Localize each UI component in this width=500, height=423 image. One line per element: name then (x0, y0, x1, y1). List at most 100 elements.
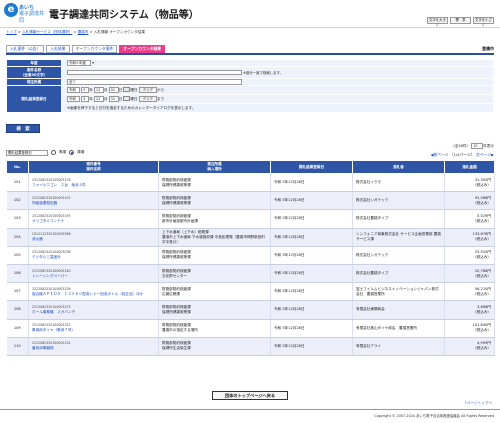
next-page-link[interactable]: 次ページ▶ (476, 152, 494, 157)
table-row: 103 2312082320100003195 オリゴタミコンテナ 財務部契約検査課都… (6, 209, 495, 229)
table-row: 105 2312082320100003038 デジタル三温度計 財務部契約検査課 保健… (6, 246, 495, 265)
date-from-month-select[interactable]: 12 (93, 87, 104, 93)
department: 財務部契約検査課 (162, 195, 191, 200)
row-price: 56,210円 （税込み） (444, 282, 495, 302)
case-name-link[interactable]: ホール事務機 ２ガバンチ (32, 310, 75, 314)
delivery-place: 文化財センター (162, 273, 188, 278)
year-select[interactable]: 令和５年度 (67, 60, 91, 66)
case-number: 2312112320100003586 (32, 232, 71, 237)
price-value: 25,520円 (474, 250, 491, 255)
case-name-link[interactable]: 同級強悪殺定器 (32, 201, 57, 205)
delivery-place: 保健所生活衛生課 (162, 346, 191, 351)
row-winner: 有限会社東陽商会 (352, 300, 445, 320)
case-name-note: ※部分一致で検索します。 (243, 70, 283, 75)
row-winner: 富士フイルムビジネスイノベーションジャパン株式会社 豊橋営業所 (352, 282, 445, 302)
date-from-era-select[interactable]: 令和 (67, 87, 80, 93)
table-row: 110 2312082320100003132 番用消毒器検 財務部契約検査課 保健所生… (6, 337, 495, 356)
row-case: 2312082320100003107 同級強悪殺定器 (28, 191, 159, 211)
row-dept: 財務部契約検査課 保健所健康政策課 (158, 191, 271, 211)
footer: Copyright © 2007-2024 あいち電子自治体推進協議会 All … (0, 409, 500, 423)
table-row: 109 2312082320100003322 車両用タイヤ（乗用７号） 財務部契約検… (6, 319, 495, 338)
site-logo[interactable]: e あいち 電子調達共同 (4, 3, 48, 24)
case-name-input[interactable] (67, 69, 242, 76)
sort-desc-radio[interactable] (69, 150, 75, 156)
price-value: 133,676円 (472, 232, 491, 237)
breadcrumb-org-select[interactable]: 入札情報サービス（団体選択） (22, 30, 72, 34)
row-case: 2312082320100003038 デジタル三温度計 (28, 246, 159, 265)
case-name-link[interactable]: 番用消毒器検 (32, 346, 54, 350)
case-name-link[interactable]: 車両用タイヤ（乗用７号） (32, 328, 75, 332)
row-winner: 株式会社シガテック (352, 191, 445, 211)
day-unit: 日 (118, 96, 123, 101)
row-date: 令和 5年12月28日 (270, 173, 353, 193)
department-select[interactable]: 全て (67, 79, 242, 85)
date-from-year-input[interactable]: 5 (81, 87, 90, 93)
case-name-link[interactable]: ファイルワゴン ２台 他余２件 (32, 183, 86, 187)
date-to-year-input[interactable]: 5 (81, 96, 90, 102)
row-date: 令和 5年12月28日 (270, 282, 353, 302)
price-tax: （税込み） (473, 182, 491, 187)
department: 財務部契約検査課 (162, 341, 191, 346)
copyright: Copyright © 2007-2024 あいち電子自治体推進協議会 All … (374, 414, 494, 418)
date-from-clear-button[interactable]: クリア (138, 87, 157, 93)
sort-asc-radio[interactable] (51, 150, 56, 156)
price-tax: （税込み） (473, 328, 491, 333)
font-small-button[interactable]: 文字を小さく (473, 17, 494, 27)
row-dept: 財務部契約検査課 保健所健康政策課 (158, 246, 271, 265)
sort-desc-label: 降順 (77, 150, 85, 155)
case-name-link[interactable]: デジタル三温度計 (32, 255, 61, 259)
row-date: 令和 5年12月28日 (270, 300, 353, 320)
col-header-dept: 発注所属 納入場所 (158, 160, 271, 174)
table-row: 107 2312082320100003239 複合機ＡＰＥＯＳ Ｃ２０６０型用トナ… (6, 282, 495, 302)
result-count: （全38件） 10 件表示 (451, 143, 494, 149)
tab-bid-cases[interactable]: 入札案件（公告） (6, 45, 45, 53)
tab-open-counter-cases[interactable]: オープンカウンタ案件 (71, 45, 118, 53)
back-to-org-top-button[interactable]: 団体のトップページへ戻る (212, 391, 288, 400)
row-date: 令和 5年12月28日 (270, 264, 353, 284)
price-value: 56,210円 (474, 286, 491, 291)
date-to-month-select[interactable]: 12 (93, 96, 104, 102)
department: 財務部契約検査課 (162, 250, 191, 255)
case-name-link[interactable]: 複合機ＡＰＥＯＳ Ｃ２０６０型用トナー回収ボトル（純正品）ほか (32, 292, 143, 296)
breadcrumb: トップ > 入札情報サービス（団体選択） > 豊橋市 > 入札情報 オープンカウ… (6, 30, 145, 35)
row-no: 104 (6, 228, 29, 247)
row-case: 2312082320100003240 トレーシングペーパー (28, 264, 159, 284)
sort-field-select[interactable]: 開札結果登録日 (6, 150, 48, 156)
row-case: 2312112320100003586 消火器 (28, 228, 159, 247)
row-winner: 株式会社イクモ (352, 173, 445, 193)
prev-page-link[interactable]: ◀前ページ (430, 152, 448, 157)
price-value: 4,999円 (477, 341, 491, 346)
case-name-link[interactable]: 消火器 (32, 237, 43, 241)
logo-e-icon: e (4, 3, 18, 17)
tab-bid-results[interactable]: 入札結果 (46, 45, 70, 53)
breadcrumb-top[interactable]: トップ (6, 30, 17, 34)
tab-open-counter-results[interactable]: オープンカウンタ結果 (119, 45, 166, 53)
per-page-select[interactable]: 10 (471, 143, 484, 149)
price-tax: （税込み） (473, 309, 491, 314)
result-total: （全38件） (451, 143, 471, 148)
row-date: 令和 5年12月28日 (270, 209, 353, 229)
row-case: 2312082320100003239 複合機ＡＰＥＯＳ Ｃ２０６０型用トナー回収… (28, 282, 159, 302)
row-price: 5,529円 （税込み） (444, 209, 495, 229)
font-large-button[interactable]: 文字を大きく (427, 17, 448, 27)
delivery-place: 広報広聴課 (162, 291, 180, 296)
case-name-link[interactable]: オリゴタミコンテナ (32, 219, 64, 223)
month-unit: 月 (103, 96, 108, 101)
case-name-link[interactable]: トレーシングペーパー (32, 274, 68, 278)
font-standard-button[interactable]: 標 準 (450, 17, 471, 24)
price-tax: （税込み） (473, 255, 491, 260)
price-tax: （税込み） (473, 291, 491, 296)
row-no: 110 (6, 337, 29, 356)
date-from-dow: 曜日 (130, 87, 138, 92)
date-to-era-select[interactable]: 令和 (67, 96, 80, 102)
breadcrumb-city[interactable]: 豊橋市 (78, 30, 89, 34)
row-no: 102 (6, 191, 29, 211)
tab-bar: 入札案件（公告） 入札結果 オープンカウンタ案件 オープンカウンタ結果 (6, 45, 166, 53)
row-price: 4,999円 （税込み） (444, 337, 495, 356)
date-to-day-select[interactable]: 31 (108, 96, 119, 102)
page-top-link[interactable]: ↑ページトップへ (464, 401, 492, 406)
date-to-clear-button[interactable]: クリア (138, 96, 157, 102)
search-button[interactable]: 検 索 (6, 124, 40, 133)
col-header-no: No. (6, 160, 29, 174)
date-from-day-select[interactable]: 01 (108, 87, 119, 93)
